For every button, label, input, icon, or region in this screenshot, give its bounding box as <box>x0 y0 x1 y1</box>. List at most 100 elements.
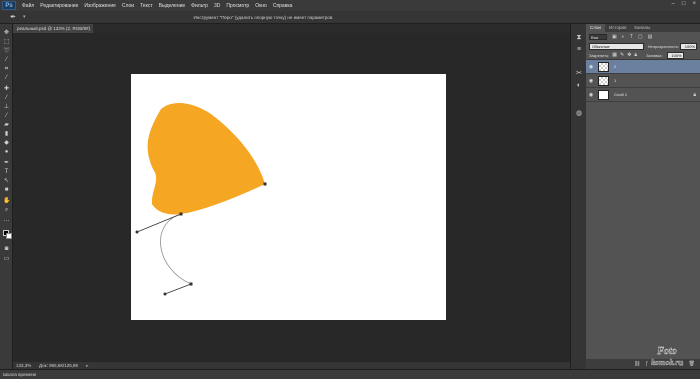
pen-tool-icon[interactable]: ✒ <box>3 12 23 22</box>
layers-panel: Слои История Каналы Вид ▣ ◐ T ▢ ▤ Обычны… <box>586 24 700 369</box>
dodge-tool-icon[interactable]: ● <box>3 149 10 155</box>
properties-panel-icon[interactable]: ≡ <box>575 46 583 54</box>
direction-handle-upper[interactable] <box>135 230 139 234</box>
layer-filter-select[interactable]: Вид <box>589 33 607 40</box>
panel-dock-strip: ⧗ ≡ ✂ ◐ ◍ <box>570 24 586 369</box>
menu-view[interactable]: Просмотр <box>223 3 252 9</box>
anchor-point-bottom[interactable] <box>189 282 193 286</box>
extras-icon[interactable]: … <box>3 217 10 223</box>
filter-type-icon[interactable]: T <box>630 34 633 40</box>
zoom-tool-icon[interactable]: ⌕ <box>3 207 10 213</box>
zoom-level[interactable]: 133,3% <box>13 363 33 368</box>
pen-path-curve <box>160 213 192 285</box>
photoshop-logo: Ps <box>2 1 16 10</box>
brush-tool-icon[interactable]: ⁄ <box>3 95 10 101</box>
menu-help[interactable]: Справка <box>270 3 296 9</box>
path-selection-tool-icon[interactable]: ↖ <box>3 178 10 184</box>
anchor-point-top[interactable] <box>263 182 267 186</box>
opacity-label: Непрозрачность: <box>647 43 680 49</box>
lock-pixels-icon[interactable]: ✎ <box>620 52 624 58</box>
visibility-eye-icon[interactable]: ◉ <box>586 92 596 98</box>
quick-mask-icon[interactable]: ◙ <box>3 246 10 252</box>
tab-history[interactable]: История <box>605 24 630 32</box>
move-tool-icon[interactable]: ✥ <box>3 30 10 36</box>
layer-filter-row: Вид ▣ ◐ T ▢ ▤ <box>586 32 700 41</box>
lock-position-icon[interactable]: ✥ <box>627 52 631 58</box>
svg-text:komok.ru: komok.ru <box>651 358 683 367</box>
healing-brush-tool-icon[interactable]: ✚ <box>3 86 10 92</box>
menu-type[interactable]: Текст <box>137 3 156 9</box>
panel-tabs: Слои История Каналы <box>586 24 700 32</box>
tools-panel-icon[interactable]: ✂ <box>575 70 583 78</box>
type-tool-icon[interactable]: T <box>3 169 10 175</box>
lock-transparency-icon[interactable]: ▦ <box>612 52 617 58</box>
filter-shape-icon[interactable]: ▢ <box>638 34 643 40</box>
gradient-tool-icon[interactable]: ▮ <box>3 131 10 137</box>
layer-thumbnail <box>598 75 609 86</box>
watermark-logo: Foto komok.ru <box>651 346 684 367</box>
menu-3d[interactable]: 3D <box>211 3 223 9</box>
minimize-icon[interactable]: – <box>672 1 675 7</box>
marquee-tool-icon[interactable]: ⬚ <box>3 39 10 45</box>
tool-preset-dropdown-icon[interactable]: ▾ <box>23 14 26 20</box>
tab-layers[interactable]: Слои <box>586 24 605 32</box>
background-color-swatch[interactable] <box>6 233 12 239</box>
history-panel-icon[interactable]: ⧗ <box>575 34 583 42</box>
tool-hint-text: Инструмент "Перо" (удалить опорную точку… <box>193 14 334 20</box>
direction-line-lower <box>164 283 192 295</box>
menu-bar: Ps Файл Редактирование Изображение Слои … <box>0 0 700 11</box>
status-menu-arrow-icon[interactable]: ▸ <box>86 363 88 369</box>
layer-name: 1 <box>614 78 617 83</box>
opacity-input[interactable]: 100% <box>680 42 697 50</box>
document-info: Док: 965,6К/125,9К <box>39 363 79 368</box>
direction-handle-lower[interactable] <box>163 292 167 296</box>
shape-tool-icon[interactable]: ■ <box>3 187 10 193</box>
anchor-point-middle[interactable] <box>179 212 183 216</box>
fill-label: Заливка: <box>646 52 663 58</box>
filter-pixel-icon[interactable]: ▣ <box>612 34 617 40</box>
menu-image[interactable]: Изображение <box>81 3 119 9</box>
history-brush-tool-icon[interactable]: ⁄ <box>3 113 10 119</box>
visibility-eye-icon[interactable]: ◉ <box>586 78 596 84</box>
layer-row[interactable]: ◉ Слой 1 🔒︎ <box>586 88 700 102</box>
quick-select-tool-icon[interactable]: ⁄ <box>3 57 10 63</box>
layer-row[interactable]: ◉ 1 <box>586 74 700 88</box>
document-canvas[interactable] <box>131 74 446 320</box>
clone-stamp-tool-icon[interactable]: ⊥ <box>3 104 10 110</box>
lock-all-icon[interactable]: 🔒︎ <box>634 52 637 58</box>
orange-shape <box>147 102 265 215</box>
fill-input[interactable]: 100% <box>666 51 684 59</box>
filter-adjustment-icon[interactable]: ◐ <box>622 34 625 40</box>
close-icon[interactable]: × <box>692 1 696 7</box>
visibility-eye-icon[interactable]: ◉ <box>586 64 596 70</box>
document-tab-title: реальный.psd @ 133% (2, RGB/8#) <box>17 26 91 31</box>
filter-smart-icon[interactable]: ▤ <box>648 34 653 40</box>
menu-file[interactable]: Файл <box>19 3 37 9</box>
adjustments-panel-icon[interactable]: ◐ <box>575 82 583 90</box>
menu-select[interactable]: Выделение <box>156 3 189 9</box>
tools-panel: ✥ ⬚ ➰ ⁄ ⌗ ⁄ ✚ ⁄ ⊥ ⁄ ▰ ▮ ◆ ● ✒ T ↖ ■ ✋ ⌕ … <box>0 24 13 369</box>
document-tab[interactable]: реальный.psd @ 133% (2, RGB/8#)× <box>13 24 93 33</box>
eraser-tool-icon[interactable]: ▰ <box>3 122 10 128</box>
menu-filter[interactable]: Фильтр <box>188 3 211 9</box>
hand-tool-icon[interactable]: ✋ <box>3 198 10 204</box>
menu-window[interactable]: Окно <box>252 3 270 9</box>
lasso-tool-icon[interactable]: ➰ <box>3 48 10 54</box>
blur-tool-icon[interactable]: ◆ <box>3 140 10 146</box>
styles-panel-icon[interactable]: ◍ <box>575 110 583 118</box>
menu-layers[interactable]: Слои <box>119 3 137 9</box>
maximize-icon[interactable]: □ <box>682 1 686 7</box>
layer-lock-icon: 🔒︎ <box>693 91 696 98</box>
pen-tool-icon[interactable]: ✒ <box>3 160 10 166</box>
blend-mode-select[interactable]: Обычные <box>589 42 644 50</box>
layer-thumbnail <box>598 61 609 72</box>
tab-channels[interactable]: Каналы <box>630 24 654 32</box>
layer-row[interactable]: ◉ 2 <box>586 60 700 74</box>
eyedropper-tool-icon[interactable]: ⁄ <box>3 75 10 81</box>
timeline-label: Шкала времени <box>3 372 37 377</box>
screen-mode-icon[interactable]: ▭ <box>3 256 10 262</box>
timeline-panel[interactable]: Шкала времени <box>0 369 700 379</box>
crop-tool-icon[interactable]: ⌗ <box>3 66 10 72</box>
direction-line-upper <box>136 213 182 233</box>
menu-edit[interactable]: Редактирование <box>37 3 81 9</box>
